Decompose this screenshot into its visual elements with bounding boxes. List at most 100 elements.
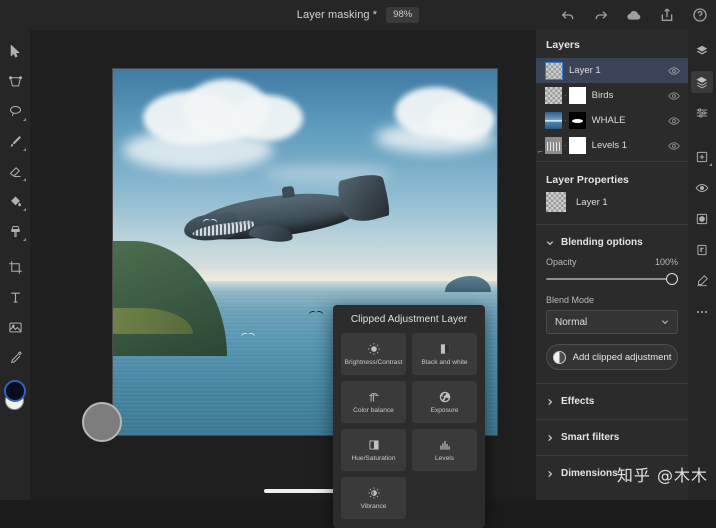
clip-layer-icon — [695, 243, 709, 257]
blending-options-header[interactable]: Blending options — [536, 228, 688, 257]
layer-mask-thumbnail[interactable] — [569, 112, 586, 129]
lasso-tool[interactable] — [4, 100, 26, 122]
zoom-level-badge[interactable]: 98% — [386, 7, 419, 23]
whale-dorsal-fin — [281, 186, 294, 198]
brush-tool[interactable] — [4, 130, 26, 152]
adjustments-icon-button[interactable] — [691, 102, 713, 124]
fill-tool[interactable] — [4, 190, 26, 212]
submenu-indicator — [709, 163, 712, 166]
adjustment-hue-saturation[interactable]: Hue/Saturation — [341, 429, 406, 471]
layer-mask-thumbnail[interactable] — [569, 137, 586, 154]
panel-divider — [536, 455, 688, 456]
share-icon[interactable] — [659, 7, 675, 23]
layer-thumbnails: · — [545, 137, 586, 154]
add-clipped-adjustment-button[interactable]: Add clipped adjustment — [546, 344, 678, 370]
adjustment-label: Levels — [435, 456, 454, 463]
layer-name: Levels 1 — [592, 140, 662, 151]
visibility-icon[interactable] — [668, 90, 680, 102]
layer-mask-thumbnail[interactable] — [569, 87, 586, 104]
left-toolbar — [0, 30, 30, 500]
adjustment-label: Exposure — [431, 408, 459, 415]
crop-tool[interactable] — [4, 256, 26, 278]
undo-icon[interactable] — [560, 7, 576, 23]
visibility-icon[interactable] — [668, 65, 680, 77]
transform-tool[interactable] — [4, 70, 26, 92]
layer-row-whale[interactable]: · WHALE — [536, 108, 688, 133]
tool-submenu-indicator — [23, 178, 26, 181]
redo-icon[interactable] — [593, 7, 609, 23]
mask-link-icon: · — [564, 141, 567, 150]
smart-filters-section-header[interactable]: Smart filters — [536, 423, 688, 452]
mask-icon-button[interactable] — [691, 208, 713, 230]
blend-mode-value: Normal — [555, 317, 587, 328]
watermark: 知乎 @木木 — [617, 462, 708, 486]
right-rail — [688, 30, 716, 500]
adjustment-vibrance[interactable]: Vibrance — [341, 477, 406, 519]
mask-brush-icon — [695, 274, 709, 288]
blend-mode-select[interactable]: Normal — [546, 310, 678, 334]
layer-thumbnail[interactable] — [545, 137, 562, 154]
layers-panel-title: Layers — [536, 30, 688, 58]
layer-row-birds[interactable]: · Birds — [536, 83, 688, 108]
layer-properties-row[interactable]: Layer 1 — [536, 192, 688, 221]
layer-name: Birds — [592, 90, 662, 101]
bird-shape — [309, 309, 323, 316]
color-swatch[interactable] — [3, 380, 27, 412]
tool-submenu-indicator — [23, 208, 26, 211]
brightness-icon — [367, 342, 381, 356]
visibility-icon[interactable] — [668, 140, 680, 152]
dimensions-section-title: Dimensions — [561, 468, 618, 479]
canvas-stage[interactable]: Clipped Adjustment Layer Brightness/Cont… — [30, 30, 536, 500]
layer-thumbnails: · — [545, 87, 586, 104]
clip-layer-icon-button[interactable] — [691, 239, 713, 261]
cloud-icon[interactable] — [626, 7, 642, 23]
layers-page-icon-button[interactable] — [691, 71, 713, 93]
layer-thumbnail[interactable] — [545, 87, 562, 104]
adjustment-levels[interactable]: Levels — [412, 429, 477, 471]
effects-section-header[interactable]: Effects — [536, 387, 688, 416]
adjustments-icon — [695, 106, 709, 120]
bird-shape — [203, 217, 217, 224]
adjustment-brightness-contrast[interactable]: Brightness/Contrast — [341, 333, 406, 375]
eraser-tool[interactable] — [4, 160, 26, 182]
adjustment-label: Color balance — [353, 408, 394, 415]
layer-row-levels-1[interactable]: ⌐ · Levels 1 — [536, 133, 688, 158]
adjustment-exposure[interactable]: Exposure — [412, 381, 477, 423]
add-layer-icon — [695, 150, 709, 164]
mask-brush-icon-button[interactable] — [691, 270, 713, 292]
layer-properties-thumbnail[interactable] — [546, 192, 566, 212]
clipping-indicator-icon: ⌐ — [538, 147, 543, 156]
chevron-right-icon — [546, 434, 554, 442]
help-icon[interactable] — [692, 7, 708, 23]
opacity-slider[interactable] — [546, 273, 678, 285]
layer-thumbnail[interactable] — [545, 62, 563, 80]
add-clipped-adjustment-label: Add clipped adjustment — [573, 352, 672, 363]
adjustment-label: Black and white — [421, 360, 467, 367]
main-row: Clipped Adjustment Layer Brightness/Cont… — [0, 30, 716, 500]
move-tool[interactable] — [4, 40, 26, 62]
layers-stack-icon-button[interactable] — [691, 40, 713, 62]
adjustment-black-and-white[interactable]: Black and white — [412, 333, 477, 375]
visibility-icon-button[interactable] — [691, 177, 713, 199]
eyedropper-tool[interactable] — [4, 346, 26, 368]
opacity-row: Opacity 100% — [546, 257, 678, 267]
opacity-slider-knob[interactable] — [666, 273, 678, 285]
layers-panel: Layers Layer 1 · Birds — [536, 30, 688, 500]
add-layer-icon-button[interactable] — [691, 146, 713, 168]
black-white-icon — [438, 342, 452, 356]
visibility-icon[interactable] — [668, 115, 680, 127]
cloud-shape — [375, 123, 495, 153]
brush-size-preview[interactable] — [82, 402, 122, 442]
more-options-icon-button[interactable] — [691, 301, 713, 323]
adjustment-color-balance[interactable]: Color balance — [341, 381, 406, 423]
place-image-tool[interactable] — [4, 316, 26, 338]
bird-shape — [241, 331, 255, 338]
text-tool[interactable] — [4, 286, 26, 308]
app-root: Layer masking * 98% — [0, 0, 716, 500]
panel-divider — [536, 161, 688, 162]
layer-row-layer-1[interactable]: Layer 1 — [536, 58, 688, 83]
layer-thumbnail[interactable] — [545, 112, 562, 129]
clone-stamp-tool[interactable] — [4, 220, 26, 242]
foreground-color-swatch[interactable] — [4, 380, 26, 402]
popup-title: Clipped Adjustment Layer — [341, 313, 477, 333]
